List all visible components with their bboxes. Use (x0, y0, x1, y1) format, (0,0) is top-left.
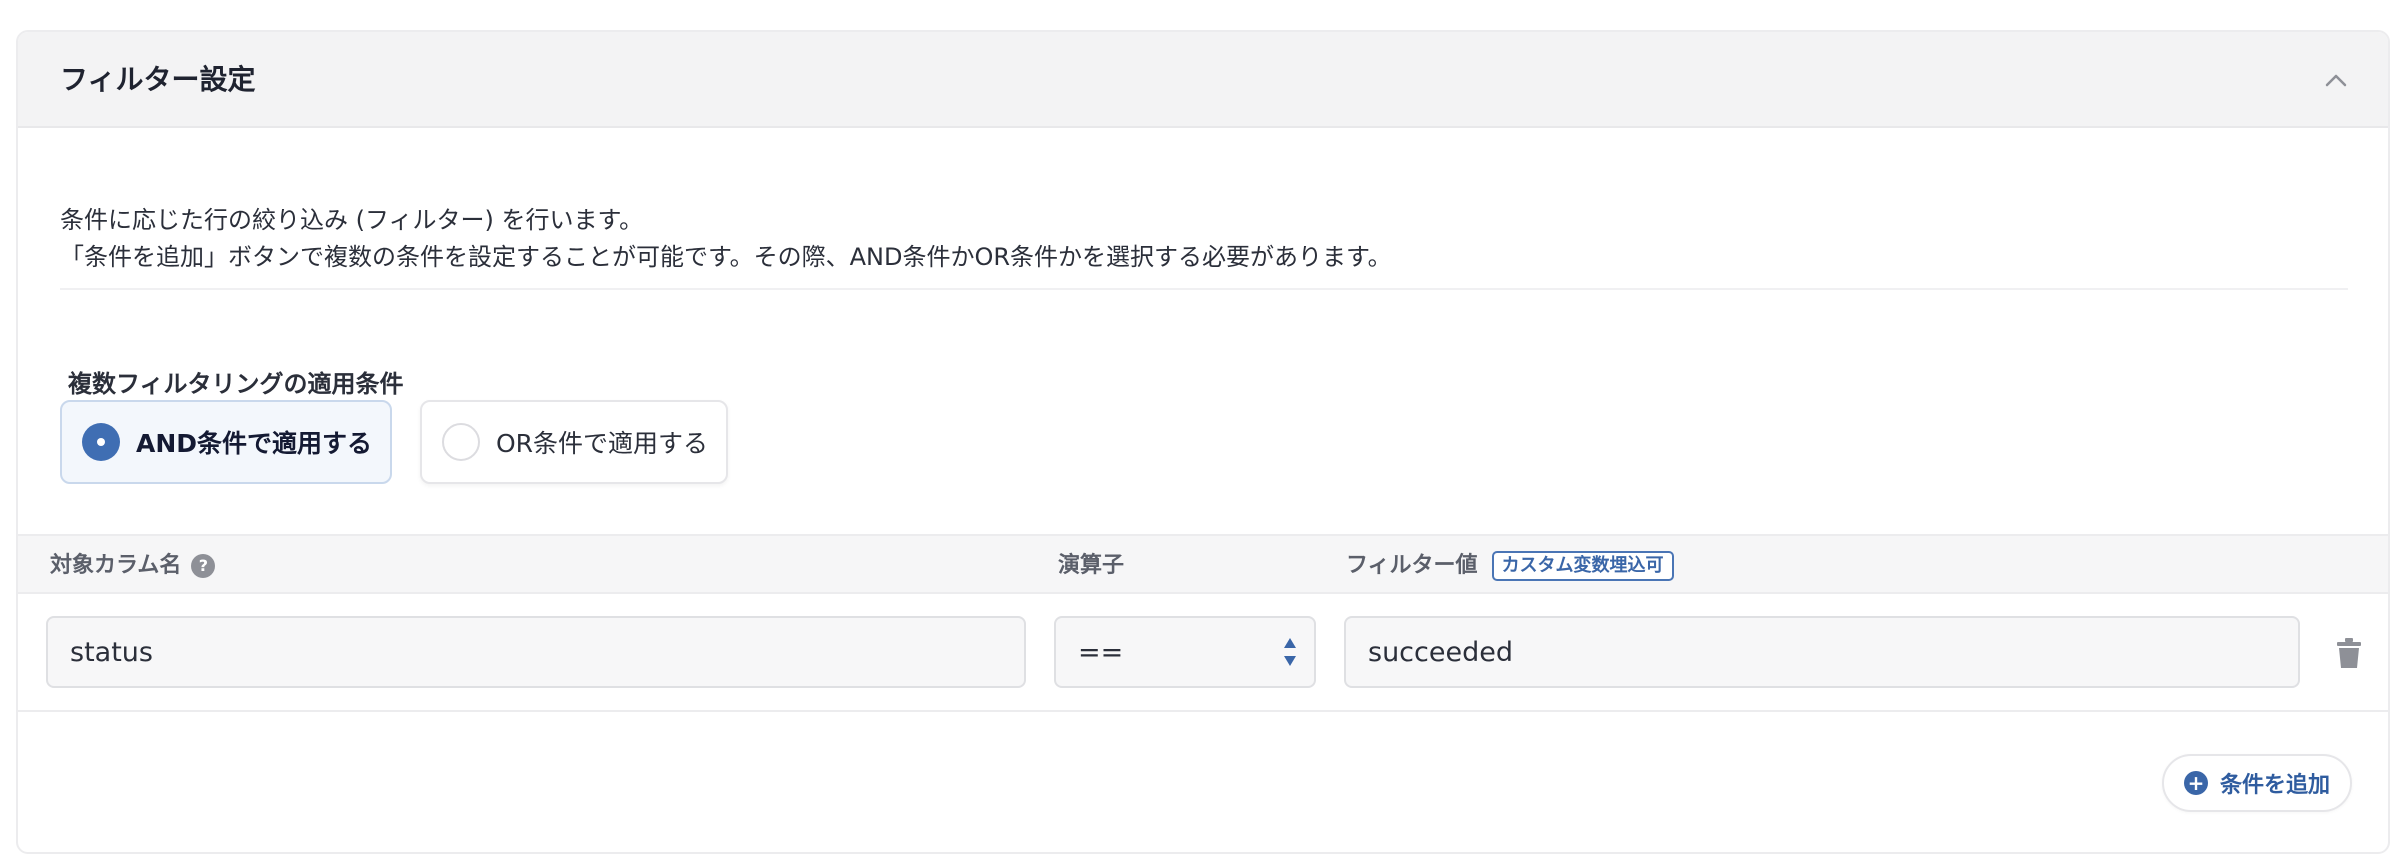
chevron-up-icon (2325, 74, 2347, 87)
match-mode-label: 複数フィルタリングの適用条件 (68, 370, 404, 398)
panel-header[interactable]: フィルター設定 (18, 32, 2388, 128)
operator-header-label: 演算子 (1058, 553, 1125, 578)
radio-selected-icon[interactable] (82, 423, 120, 461)
value-header: フィルター値 カスタム変数埋込可 (1346, 551, 1674, 581)
filter-settings-panel: フィルター設定 条件に応じた行の絞り込み (フィルター) を行います。 「条件を… (16, 30, 2390, 854)
filter-value-input[interactable]: succeeded (1344, 616, 2300, 688)
column-header: 対象カラム名 ? (50, 551, 216, 581)
filter-value: succeeded (1368, 636, 1513, 668)
add-condition-label: 条件を追加 (2219, 773, 2330, 798)
plus-circle-icon: + (2183, 771, 2208, 795)
panel-title: フィルター設定 (60, 63, 256, 96)
help-icon[interactable]: ? (191, 554, 216, 578)
column-name-input[interactable]: status (46, 616, 1026, 688)
add-condition-button[interactable]: + 条件を追加 (2162, 754, 2352, 812)
column-header-label: 対象カラム名 (50, 553, 182, 578)
radio-and-option[interactable]: AND条件で適用する (60, 400, 392, 484)
select-arrows-icon (1284, 638, 1296, 666)
custom-variable-badge: カスタム変数埋込可 (1491, 551, 1674, 581)
filter-table-header: 対象カラム名 ? 演算子 フィルター値 カスタム変数埋込可 (18, 534, 2388, 594)
radio-unselected-icon[interactable] (442, 423, 480, 461)
value-header-label: フィルター値 (1346, 553, 1478, 578)
radio-or-option[interactable]: OR条件で適用する (420, 400, 728, 484)
description: 条件に応じた行の絞り込み (フィルター) を行います。 「条件を追加」ボタンで複… (60, 202, 1392, 276)
column-name-value: status (70, 636, 153, 668)
row-divider (18, 710, 2388, 712)
radio-and-label: AND条件で適用する (136, 429, 373, 458)
delete-row-button[interactable] (2332, 636, 2366, 670)
collapse-button[interactable] (2314, 58, 2358, 102)
divider (60, 288, 2348, 290)
trash-icon (2337, 638, 2361, 668)
description-line-2: 「条件を追加」ボタンで複数の条件を設定することが可能です。その際、AND条件かO… (60, 243, 1392, 271)
radio-or-label: OR条件で適用する (496, 429, 709, 458)
operator-header: 演算子 (1058, 551, 1124, 581)
description-line-1: 条件に応じた行の絞り込み (フィルター) を行います。 (60, 206, 644, 234)
operator-value: == (1078, 636, 1124, 668)
operator-select[interactable]: == (1054, 616, 1316, 688)
